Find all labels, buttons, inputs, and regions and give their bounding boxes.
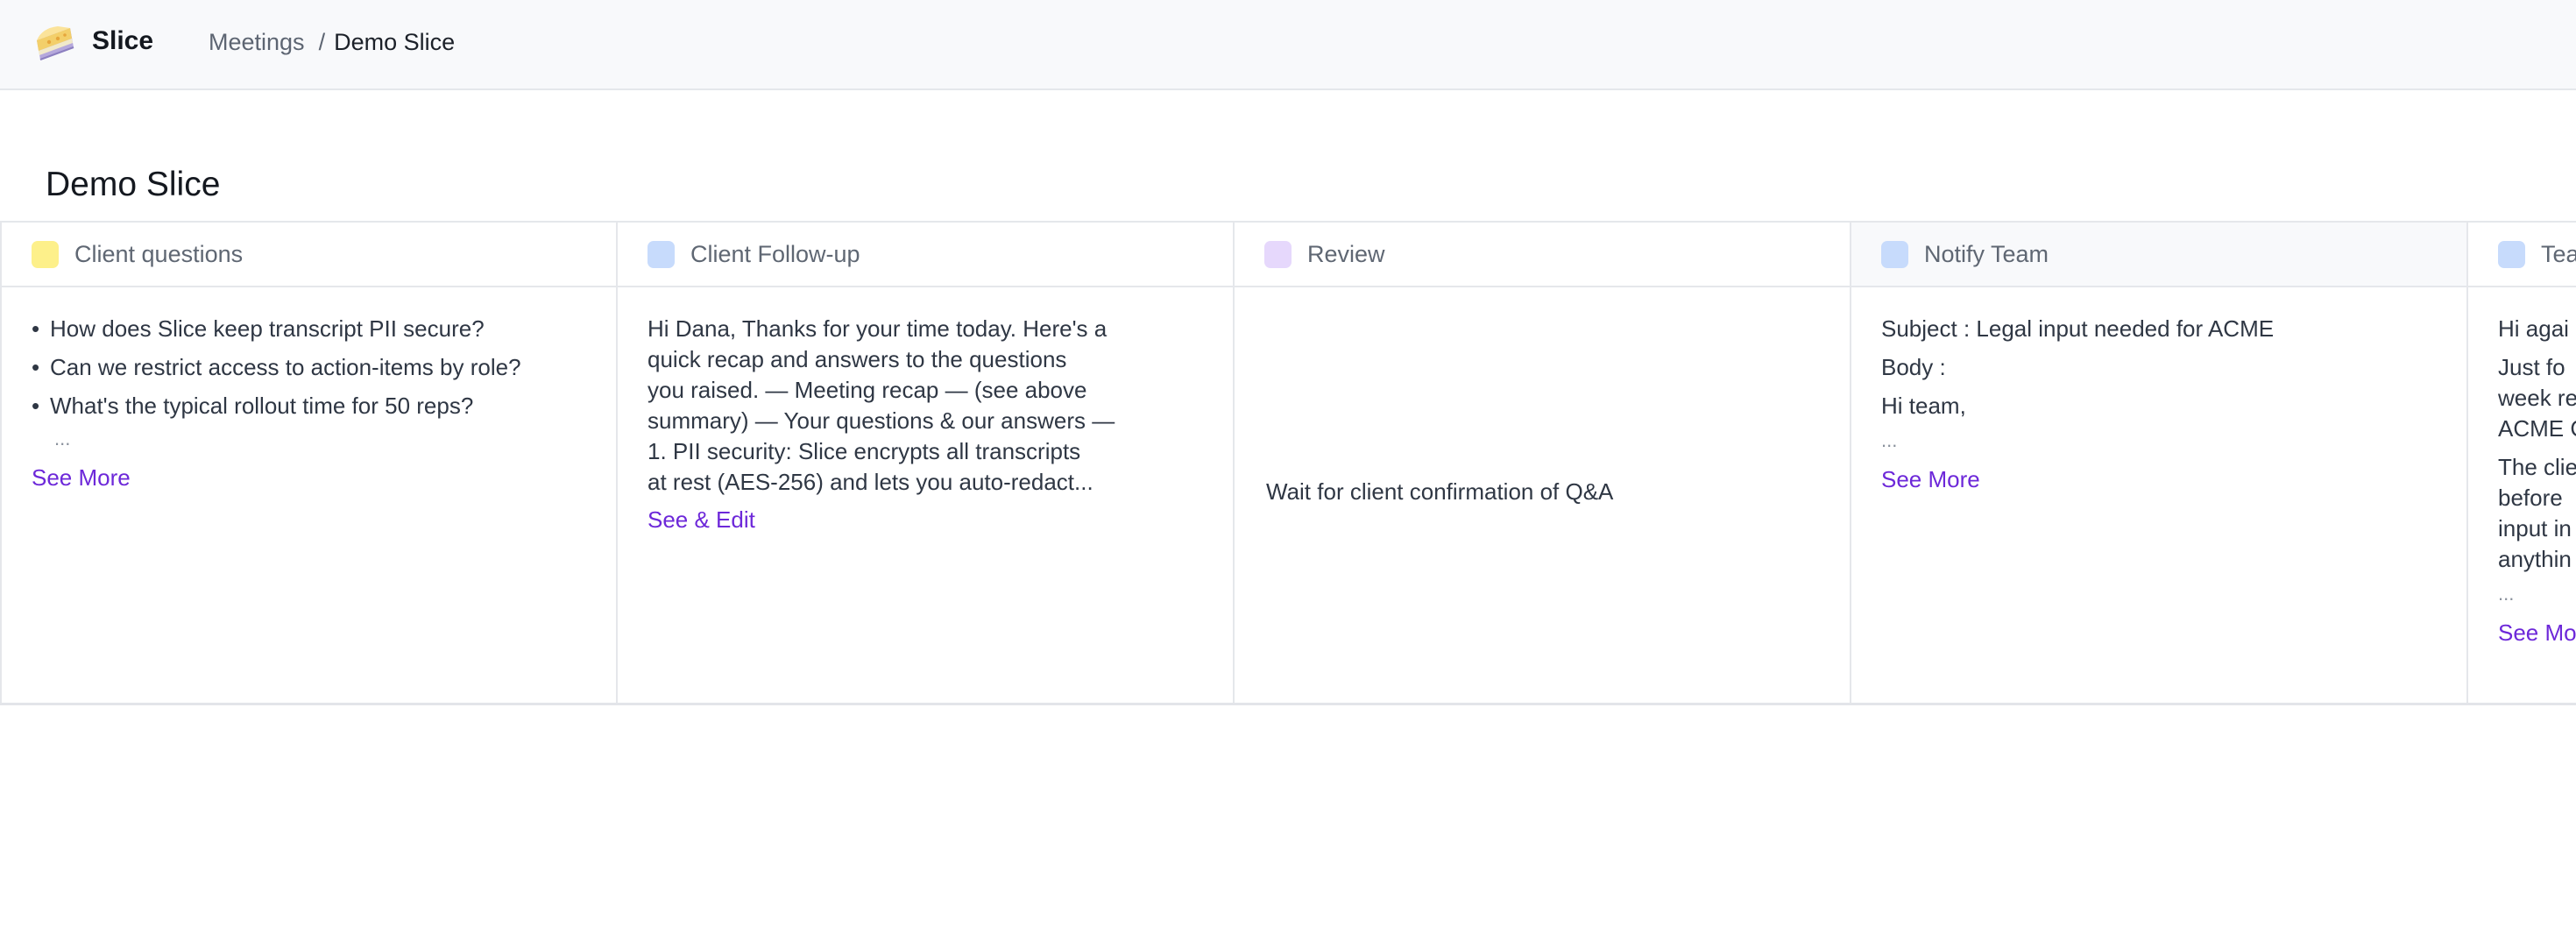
list-item: What's the typical rollout time for 50 r… <box>32 391 587 421</box>
email-line: summary) — Your questions & our answers … <box>648 407 1115 434</box>
email-line: The clie <box>2498 454 2576 480</box>
list-item: How does Slice keep transcript PII secur… <box>32 314 587 344</box>
email-line: Hi Dana, Thanks for your time today. Her… <box>648 315 1108 342</box>
column-header[interactable]: Notify Team <box>1851 223 2466 287</box>
email-line: you raised. — Meeting recap — (see above <box>648 377 1087 403</box>
column-client-questions: Client questions How does Slice keep tra… <box>0 223 617 703</box>
column-color-swatch <box>1264 240 1292 268</box>
email-line: at rest (AES-256) and lets you auto-reda… <box>648 469 1093 495</box>
column-review: Review Wait for client confirmation of Q… <box>1233 223 1850 703</box>
see-more-link[interactable]: See More <box>1881 464 2437 495</box>
email-line: before <box>2498 485 2563 511</box>
app-name[interactable]: Slice <box>92 26 153 56</box>
email-subject: Subject : Legal input needed for ACME <box>1881 315 2275 342</box>
email-paragraph: Just fo week re ACME C <box>2498 352 2576 444</box>
column-team-clipped: Tea Hi agai Just fo week re ACME C The c… <box>2466 223 2576 703</box>
email-paragraph: The clie before input in anythin <box>2498 452 2576 575</box>
column-header[interactable]: Tea <box>2468 223 2576 287</box>
column-body: Hi agai Just fo week re ACME C The clie … <box>2468 287 2576 648</box>
column-header[interactable]: Client questions <box>2 223 617 287</box>
email-line: quick recap and answers to the questions <box>648 346 1067 372</box>
slice-board: Client questions How does Slice keep tra… <box>0 221 2576 705</box>
email-greeting: Hi team, <box>1881 393 1966 419</box>
email-line: ACME C <box>2498 415 2576 442</box>
see-and-edit-link[interactable]: See & Edit <box>648 505 1203 535</box>
top-bar: Slice Meetings / Demo Slice <box>0 0 2576 90</box>
column-color-swatch <box>2498 240 2525 268</box>
column-body: Hi Dana, Thanks for your time today. Her… <box>618 287 1233 535</box>
email-line: input in <box>2498 515 2572 541</box>
more-ellipsis: ... <box>2498 583 2515 605</box>
email-preview: Hi Dana, Thanks for your time today. Her… <box>648 314 1203 498</box>
column-notify-team: Notify Team Subject : Legal input needed… <box>1850 223 2466 703</box>
column-title: Client questions <box>74 240 244 267</box>
column-color-swatch <box>648 240 675 268</box>
column-client-follow-up: Client Follow-up Hi Dana, Thanks for you… <box>616 223 1233 703</box>
email-line: Just fo <box>2498 354 2565 380</box>
see-more-link[interactable]: See Mo <box>2498 618 2576 648</box>
column-header[interactable]: Review <box>1235 223 1850 287</box>
page-title: Demo Slice <box>46 166 221 204</box>
breadcrumb-separator: / <box>318 29 326 55</box>
more-ellipsis: ... <box>54 428 71 449</box>
breadcrumb: Meetings / Demo Slice <box>209 29 455 56</box>
column-header[interactable]: Client Follow-up <box>618 223 1233 287</box>
email-line: Hi agai <box>2498 315 2569 342</box>
column-body: Subject : Legal input needed for ACME Bo… <box>1851 287 2466 495</box>
column-title: Review <box>1307 240 1385 267</box>
list-item: Can we restrict access to action-items b… <box>32 352 587 383</box>
email-line: week re <box>2498 385 2576 411</box>
column-body: Wait for client confirmation of Q&A <box>1235 287 1850 505</box>
column-color-swatch <box>1881 240 1908 268</box>
column-title: Notify Team <box>1924 240 2049 267</box>
column-color-swatch <box>32 240 59 268</box>
email-body-label: Body : <box>1881 354 1946 380</box>
breadcrumb-current: Demo Slice <box>334 29 456 55</box>
column-title: Client Follow-up <box>690 240 860 267</box>
column-title: Tea <box>2541 240 2576 267</box>
email-line: anythin <box>2498 546 2572 572</box>
column-body: How does Slice keep transcript PII secur… <box>2 287 617 493</box>
review-status-text: Wait for client confirmation of Q&A <box>1266 478 1614 505</box>
more-ellipsis: ... <box>1881 429 1898 451</box>
question-list: How does Slice keep transcript PII secur… <box>32 314 587 421</box>
email-line: 1. PII security: Slice encrypts all tran… <box>648 438 1081 464</box>
see-more-link[interactable]: See More <box>32 463 587 493</box>
cake-slice-icon[interactable] <box>32 21 77 67</box>
breadcrumb-meetings-link[interactable]: Meetings <box>209 29 305 56</box>
